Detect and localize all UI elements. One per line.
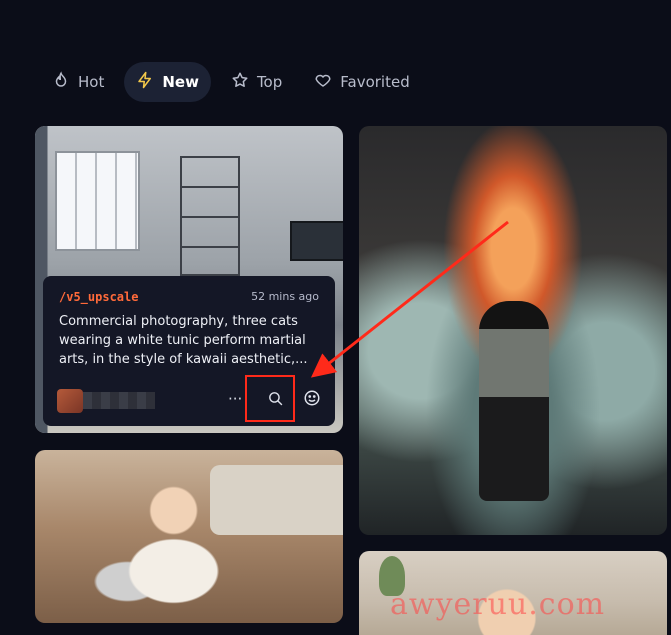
shelf-shape (180, 156, 240, 276)
gallery-card-baby[interactable] (35, 450, 343, 623)
window-shape (55, 151, 140, 251)
gallery-card-fighter[interactable] (359, 126, 667, 535)
more-options-button[interactable]: ··· (228, 390, 242, 408)
monitor-shape (290, 221, 343, 261)
react-button[interactable] (298, 386, 326, 414)
baby-image (35, 450, 343, 623)
filter-tabs: Hot New Top Favorited (40, 62, 422, 102)
author-info[interactable] (57, 389, 155, 413)
tab-new-label: New (162, 73, 199, 91)
annotation-highlight-box (245, 375, 295, 422)
tab-new[interactable]: New (124, 62, 211, 102)
tab-hot-label: Hot (78, 73, 105, 91)
heart-icon (314, 71, 332, 93)
tab-favorited-label: Favorited (340, 73, 410, 91)
avatar (57, 389, 83, 413)
tab-top-label: Top (256, 73, 283, 91)
tab-hot[interactable]: Hot (40, 62, 116, 102)
watermark: awyeruu.com (390, 587, 606, 622)
flame-icon (52, 71, 70, 93)
prompt-text: Commercial photography, three cats weari… (59, 314, 308, 367)
sofa-shape (210, 465, 343, 535)
fighter-image (359, 126, 667, 535)
username-blurred (83, 392, 155, 409)
tab-favorited[interactable]: Favorited (302, 62, 421, 102)
fighter-figure (479, 301, 549, 501)
star-icon (231, 71, 249, 93)
smiley-icon (303, 389, 321, 411)
lightning-icon (136, 71, 154, 93)
tab-top[interactable]: Top (219, 62, 294, 102)
command-label: /v5_upscale (59, 290, 139, 304)
timestamp: 52 mins ago (251, 290, 319, 303)
